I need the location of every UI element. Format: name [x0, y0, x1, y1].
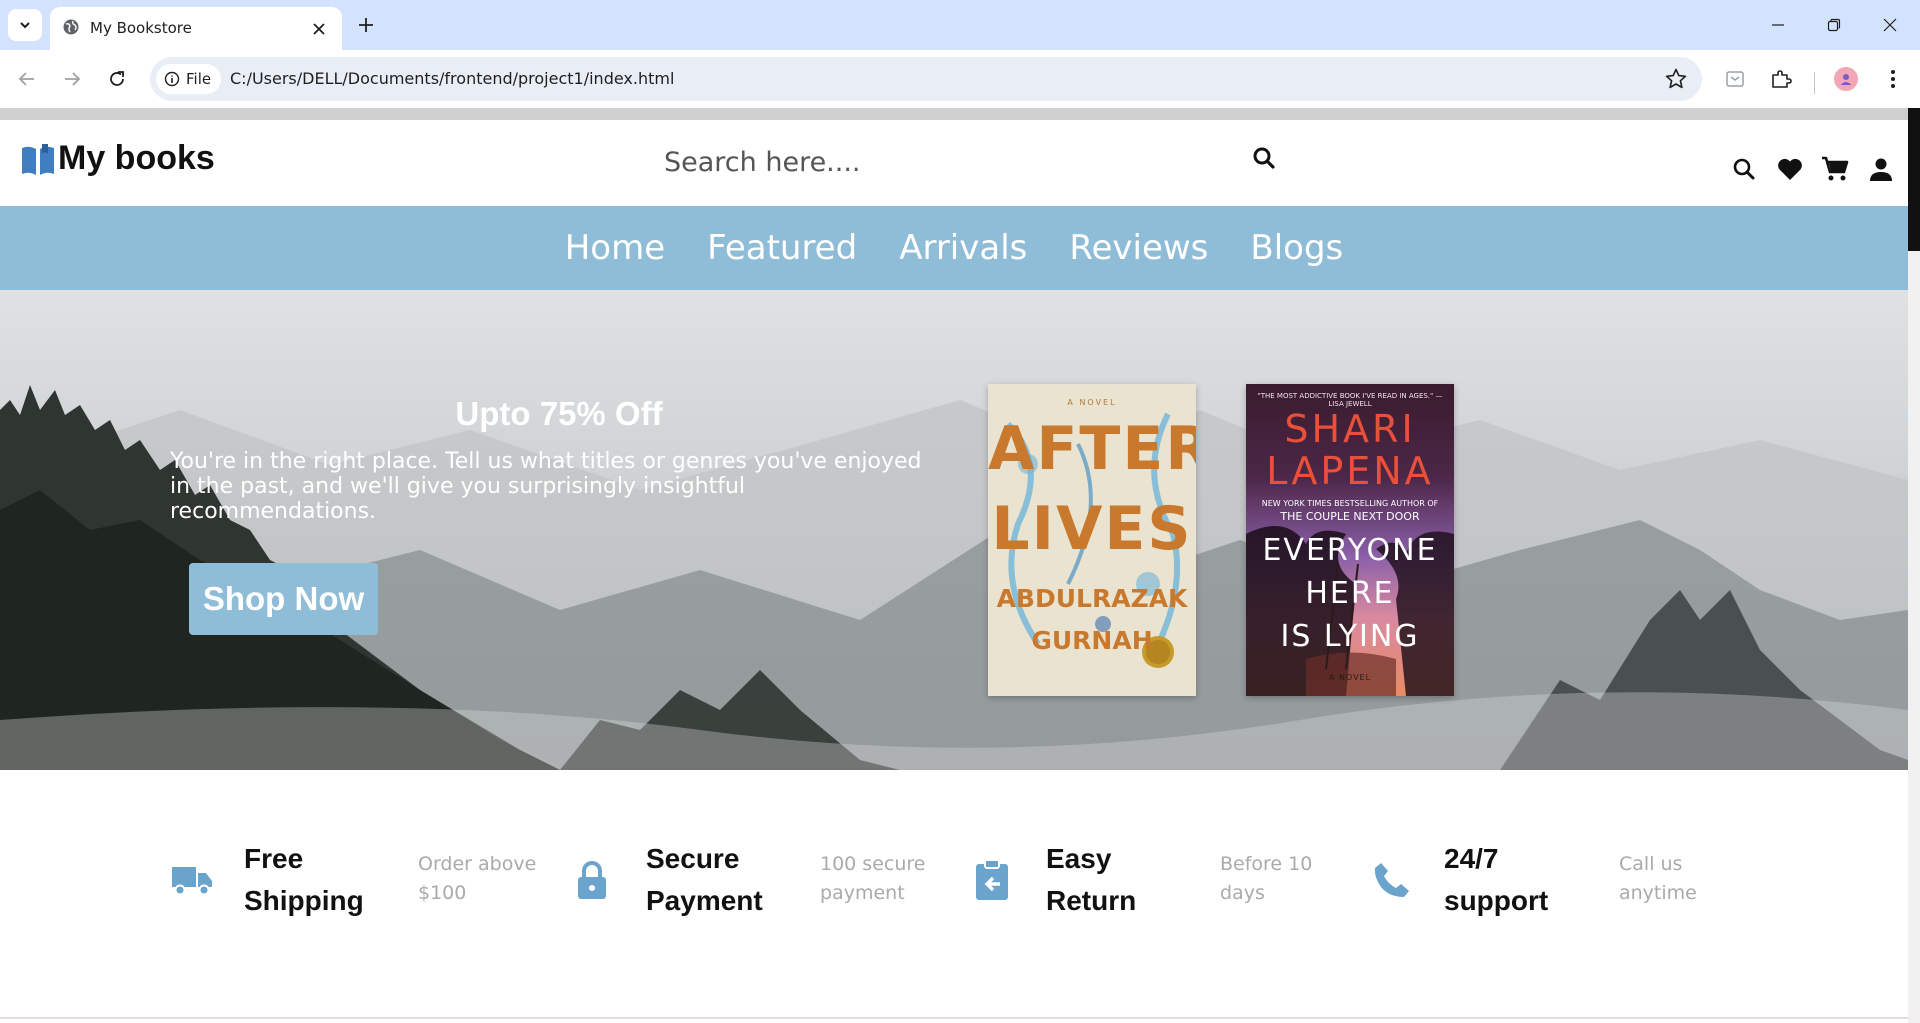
book-author-line: LAPENA [1266, 449, 1434, 493]
site-logo[interactable]: My books [20, 138, 215, 178]
nav-blogs[interactable]: Blogs [1250, 231, 1343, 265]
search-icon [1733, 158, 1755, 180]
forward-button[interactable] [55, 62, 89, 96]
info-icon [164, 71, 180, 87]
nav-home[interactable]: Home [565, 231, 665, 265]
cart-icon [1822, 156, 1849, 181]
wishlist-button[interactable] [1775, 154, 1805, 184]
tab-close-button[interactable] [306, 16, 332, 42]
extensions-button[interactable] [1764, 62, 1798, 96]
book-subtitle: A NOVEL [1067, 398, 1117, 407]
minimize-button[interactable] [1750, 0, 1806, 50]
book-open-icon [22, 144, 54, 175]
search-form [648, 132, 1288, 192]
book-title-line: EVERYONE [1262, 533, 1438, 568]
hero-background-image [0, 385, 1908, 770]
bookmark-star-icon[interactable] [1664, 67, 1688, 91]
shop-now-button[interactable]: Shop Now [189, 563, 378, 635]
book-author-line: ABDULRAZAK [996, 584, 1188, 613]
search-icon [1253, 147, 1275, 169]
cart-button[interactable] [1820, 154, 1850, 184]
browser-toolbar: File C:/Users/DELL/Documents/frontend/pr… [0, 50, 1920, 108]
search-input[interactable] [648, 132, 1288, 192]
globe-icon [63, 19, 79, 35]
more-vert-icon [1891, 70, 1895, 88]
close-icon [313, 23, 325, 35]
book-title-line: LIVES [991, 494, 1193, 564]
return-icon [970, 858, 1014, 902]
feature-subtitle: Call us anytime [1619, 853, 1697, 904]
reading-mode-icon [1726, 71, 1744, 87]
book-title-line: HERE [1305, 576, 1395, 611]
address-bar[interactable]: File C:/Users/DELL/Documents/frontend/pr… [150, 57, 1702, 101]
site-chip-label: File [186, 70, 212, 88]
restore-button[interactable] [1806, 0, 1862, 50]
browser-tab-bar: My Bookstore [0, 0, 1920, 50]
page-viewport: My books Home Featured Arrivals Reviews … [0, 108, 1920, 1023]
scrollbar-thumb[interactable] [1908, 108, 1920, 251]
logo-text: My books [58, 139, 215, 177]
tab-search-button[interactable] [8, 9, 42, 41]
book-cover-after-lives[interactable]: A NOVEL AFTER LIVES ABDULRAZAK GURNAH [988, 384, 1196, 696]
arrow-right-icon [65, 72, 81, 86]
back-button[interactable] [10, 62, 44, 96]
hero-description: You're in the right place. Tell us what … [170, 449, 922, 524]
book-cover-everyone-here-is-lying[interactable]: "THE MOST ADDICTIVE BOOK I'VE READ IN AG… [1246, 384, 1454, 696]
tab-title: My Bookstore [90, 19, 192, 37]
reload-button[interactable] [100, 62, 134, 96]
profile-icon [1840, 74, 1852, 85]
feature-subtitle: Order above $100 [418, 853, 537, 904]
book-footer: A NOVEL [1328, 673, 1372, 682]
feature-title: Free Shipping [244, 843, 364, 916]
book-quote: "THE MOST ADDICTIVE BOOK I'VE READ IN AG… [1257, 392, 1443, 408]
feature-title: 24/7 support [1444, 843, 1549, 916]
site-info-chip[interactable]: File [156, 64, 222, 94]
browser-tab[interactable]: My Bookstore [50, 7, 342, 50]
main-nav: Home Featured Arrivals Reviews Blogs [0, 206, 1908, 290]
feature-title: Easy Return [1046, 843, 1137, 916]
new-tab-button[interactable] [352, 11, 380, 39]
hero-title: Upto 75% Off [455, 395, 663, 432]
scrollbar[interactable] [1908, 108, 1920, 1023]
chevron-down-icon [20, 22, 30, 29]
toolbar-separator [1814, 72, 1815, 94]
nav-featured[interactable]: Featured [707, 231, 857, 265]
close-icon [1883, 18, 1897, 32]
hero-banner: Upto 75% Off You're in the right place. … [0, 290, 1908, 770]
restore-icon [1827, 18, 1841, 32]
profile-avatar[interactable] [1834, 67, 1858, 91]
truck-icon [170, 858, 214, 902]
heart-icon [1778, 158, 1802, 180]
search-toggle-button[interactable] [1729, 154, 1759, 184]
user-icon [1870, 158, 1892, 181]
book-author-line: SHARI [1284, 407, 1416, 451]
lock-icon [570, 858, 614, 902]
reload-icon [110, 71, 124, 86]
book-author-line: GURNAH [1031, 626, 1153, 655]
phone-icon [1370, 858, 1414, 902]
nav-arrivals[interactable]: Arrivals [899, 231, 1027, 265]
features-section: Free Shipping Order above $100 Secure Payme… [0, 770, 1908, 1023]
section-divider [0, 1017, 1908, 1019]
site-header: My books [0, 120, 1908, 206]
feature-subtitle: 100 secure payment [820, 853, 926, 904]
book-title-line: IS LYING [1280, 619, 1420, 654]
browser-menu-button[interactable] [1876, 62, 1910, 96]
book-blurb-line: NEW YORK TIMES BESTSELLING AUTHOR OF [1261, 499, 1439, 508]
book-title-line: AFTER [988, 414, 1196, 484]
search-submit-button[interactable] [1248, 142, 1280, 174]
plus-icon [359, 18, 373, 32]
page-top-strip [0, 108, 1908, 120]
feature-subtitle: Before 10 days [1220, 853, 1313, 904]
reading-mode-button[interactable] [1718, 62, 1752, 96]
feature-title: Secure Payment [646, 843, 763, 916]
arrow-left-icon [18, 72, 34, 86]
nav-reviews[interactable]: Reviews [1069, 231, 1208, 265]
puzzle-icon [1772, 70, 1792, 88]
book-blurb-line: THE COUPLE NEXT DOOR [1280, 510, 1420, 523]
url-text[interactable]: C:/Users/DELL/Documents/frontend/project… [230, 69, 674, 88]
close-window-button[interactable] [1862, 0, 1918, 50]
minimize-icon [1772, 24, 1784, 26]
account-button[interactable] [1866, 154, 1896, 184]
